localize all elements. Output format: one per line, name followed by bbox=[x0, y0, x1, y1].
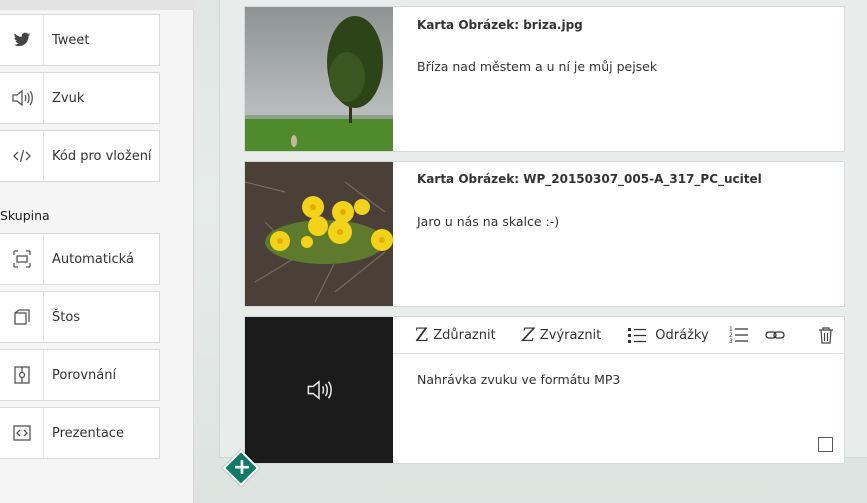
twitter-icon bbox=[0, 15, 44, 65]
sidebar-item-compare[interactable]: Porovnání bbox=[0, 349, 160, 401]
card-text[interactable]: Jaro u nás na skalce :-) bbox=[417, 214, 559, 229]
stack-icon bbox=[0, 292, 44, 342]
sidebar-item-auto-group[interactable]: Automatická bbox=[0, 233, 160, 285]
card-title: Karta Obrázek: briza.jpg bbox=[417, 18, 583, 32]
speaker-icon bbox=[0, 73, 44, 123]
sidebar-item-label: Tweet bbox=[52, 32, 90, 48]
birch-tree-image bbox=[245, 7, 393, 151]
compare-icon bbox=[0, 350, 44, 400]
card-text[interactable]: Nahrávka zvuku ve formátu MP3 bbox=[417, 372, 620, 387]
auto-layout-icon bbox=[0, 234, 44, 284]
bullets-label: Odrážky bbox=[655, 327, 709, 343]
svg-text:3: 3 bbox=[729, 338, 733, 345]
sidebar-item-label: Štos bbox=[52, 309, 81, 325]
numbered-list-icon: 123 bbox=[729, 326, 748, 345]
card-title: Karta Obrázek: WP_20150307_005-A_317_PC_… bbox=[417, 172, 762, 186]
card-text[interactable]: Bříza nad městem a u ní je můj pejsek bbox=[417, 59, 657, 74]
sidebar-item-embed-code[interactable]: Kód pro vložení bbox=[0, 130, 160, 182]
emphasize-button[interactable]: Z Zdůraznit bbox=[415, 324, 496, 346]
sidebar-item-label: Kód pro vložení bbox=[52, 148, 152, 164]
audio-card[interactable]: Z Zdůraznit Z Zvýraznit Odrážky 123 Nahr… bbox=[244, 316, 845, 464]
highlight-icon: Z bbox=[521, 324, 535, 346]
select-checkbox[interactable] bbox=[818, 437, 833, 452]
sidebar-item-tweet[interactable]: Tweet bbox=[0, 14, 160, 66]
yellow-flowers-image bbox=[245, 162, 393, 306]
code-icon bbox=[0, 131, 44, 181]
delete-button[interactable] bbox=[818, 326, 834, 344]
numbered-list-button[interactable]: 123 bbox=[729, 325, 749, 345]
speaker-icon bbox=[307, 380, 332, 400]
sidebar-item-label: Automatická bbox=[52, 251, 134, 267]
link-button[interactable] bbox=[765, 328, 785, 342]
link-icon bbox=[765, 331, 785, 339]
sidebar-item-label: Zvuk bbox=[52, 90, 85, 106]
highlight-button[interactable]: Z Zvýraznit bbox=[522, 324, 602, 346]
sidebar-item-label: Prezentace bbox=[52, 425, 124, 441]
sidebar: Tweet Zvuk Kód pro vložení Skupina Autom… bbox=[0, 0, 194, 503]
audio-thumbnail[interactable] bbox=[245, 317, 393, 463]
trash-icon bbox=[819, 327, 833, 344]
bullet-list-icon bbox=[628, 328, 647, 343]
sidebar-item-stack[interactable]: Štos bbox=[0, 291, 160, 343]
sidebar-item-label: Porovnání bbox=[52, 367, 117, 383]
emphasize-label: Zdůraznit bbox=[433, 327, 496, 343]
image-card-briza[interactable]: Karta Obrázek: briza.jpg Bříza nad měste… bbox=[244, 6, 845, 152]
sidebar-item-presentation[interactable]: Prezentace bbox=[0, 407, 160, 459]
group-section-label: Skupina bbox=[0, 208, 50, 223]
bullets-button[interactable]: Odrážky bbox=[627, 326, 709, 344]
sidebar-top-band bbox=[0, 0, 194, 10]
emphasize-icon: Z bbox=[415, 324, 429, 346]
image-card-flowers[interactable]: Karta Obrázek: WP_20150307_005-A_317_PC_… bbox=[244, 161, 845, 307]
highlight-label: Zvýraznit bbox=[539, 327, 602, 343]
presentation-icon bbox=[0, 408, 44, 458]
sidebar-item-audio[interactable]: Zvuk bbox=[0, 72, 160, 124]
text-format-toolbar: Z Zdůraznit Z Zvýraznit Odrážky 123 bbox=[393, 317, 844, 354]
